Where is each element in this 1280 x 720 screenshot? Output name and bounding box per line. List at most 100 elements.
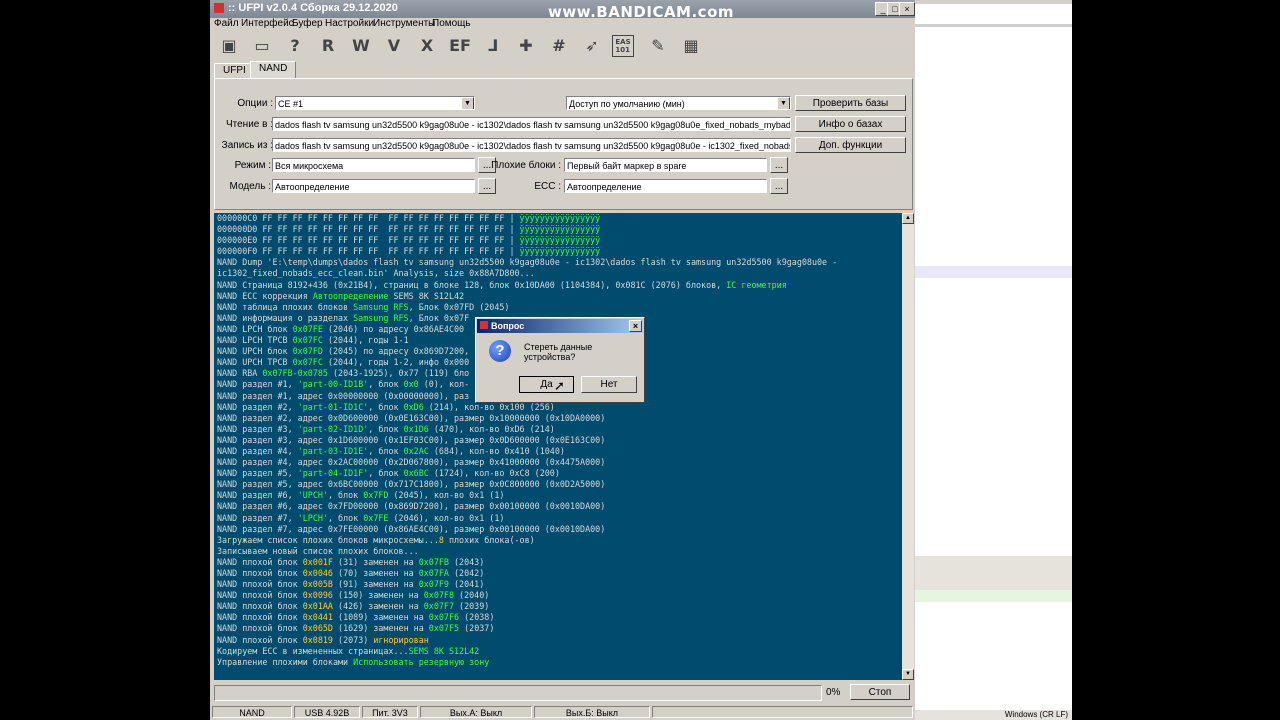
log-segment: 'UPCH' — [297, 490, 328, 501]
log-segment: 000000F0 FF FF FF FF FF FF FF FF FF FF F… — [217, 246, 520, 257]
log-segment: 0x0096 — [302, 590, 333, 601]
db-info-button[interactable]: Инфо о базах — [795, 116, 906, 132]
menu-interface[interactable]: Интерфейс — [241, 18, 294, 29]
log-segment: (0), кол- — [418, 379, 470, 390]
access-select[interactable]: Доступ по умолчанию (мин) ▼ — [566, 96, 791, 110]
log-segment: 0x7FE — [363, 512, 389, 523]
log-scrollbar[interactable]: ▲ ▼ — [902, 213, 914, 680]
log-segment: , блок — [368, 423, 404, 434]
log-segment: NAND плохой блок — [217, 634, 303, 645]
log-segment: 000000D0 FF FF FF FF FF FF FF FF FF FF F… — [217, 224, 520, 235]
log-segment: (2037) — [459, 623, 495, 634]
query-icon[interactable]: ? — [282, 32, 308, 58]
log-line: NAND раздел #5, 'part-04-ID1F', блок 0x6… — [214, 468, 902, 479]
log-segment: (1089) заменен на — [332, 612, 429, 623]
write-path-field[interactable]: dados flash tv samsung un32d5500 k9gag08… — [272, 138, 791, 152]
log-segment: NAND раздел #6, адрес 0x7FD00000 (0x869D… — [217, 501, 606, 512]
log-segment: 000000E0 FF FF FF FF FF FF FF FF FF FF F… — [217, 235, 520, 246]
right-splitter — [915, 556, 1072, 590]
log-segment: IC геометрия — [726, 279, 787, 290]
stop-button[interactable]: Стоп — [850, 684, 910, 700]
ecc-field[interactable]: Автоопределение — [564, 179, 767, 193]
log-segment: SEMS 8K S12L42 — [388, 290, 465, 301]
menu-file[interactable]: Файл — [214, 18, 239, 29]
plus-tool-icon[interactable]: ✚ — [513, 32, 539, 58]
status-empty — [652, 706, 913, 718]
scroll-down-icon[interactable]: ▼ — [902, 669, 914, 680]
model-browse-button[interactable]: ... — [478, 178, 496, 194]
log-line: NAND плохой блок 0x0441 (1089) заменен н… — [214, 612, 902, 623]
menu-tools[interactable]: Инструменты — [373, 18, 435, 29]
log-segment: 0x0819 — [302, 634, 333, 645]
tab-ufpi[interactable]: UFPI — [214, 63, 255, 78]
mode-field[interactable]: Вся микросхема — [272, 158, 475, 172]
log-segment: (2046), кол-во 0x1 (1) — [388, 512, 505, 523]
verify-icon[interactable]: V — [381, 32, 407, 58]
log-segment: , Блок 0x07FD (2045) — [408, 301, 510, 312]
no-button[interactable]: Нет — [581, 376, 637, 393]
read-icon[interactable]: R — [315, 32, 341, 58]
log-segment: NAND RBA — [217, 368, 263, 379]
model-field[interactable]: Автоопределение — [272, 179, 475, 193]
log-segment: 0x0441 — [302, 612, 333, 623]
log-segment: , блок — [368, 379, 404, 390]
right-status: Windows (CR LF) — [915, 710, 1072, 720]
save-icon[interactable]: ▣ — [216, 32, 242, 58]
dialog-close-button[interactable]: × — [629, 320, 642, 332]
log-segment: NAND ECC коррекция — [217, 290, 313, 301]
grid-icon[interactable]: ▦ — [678, 32, 704, 58]
log-segment: (2043-1925), 0x77 (119) бло — [327, 368, 470, 379]
options-select[interactable]: CE #1 ▼ — [275, 96, 475, 110]
log-line: NAND раздел #2, адрес 0x0D600000 (0x0E16… — [214, 413, 902, 424]
ufpi-window: :: UFPI v2.0.4 Сборка 29.12.2020 _ □ × w… — [210, 0, 915, 720]
ecc-browse-button[interactable]: ... — [770, 178, 788, 194]
menu-settings[interactable]: Настройки — [325, 18, 374, 29]
bad-blocks-browse-button[interactable]: ... — [770, 157, 788, 173]
log-segment: 0x001F — [302, 556, 333, 567]
eas-101-icon[interactable]: EAS 101 — [612, 35, 634, 57]
tab-nand[interactable]: NAND — [250, 61, 297, 78]
log-line: NAND плохой блок 0x01AA (426) заменен на… — [214, 601, 902, 612]
read-path-field[interactable]: dados flash tv samsung un32d5500 k9gag08… — [272, 117, 791, 131]
log-segment: NAND информация о разделах — [217, 312, 354, 323]
log-segment: 0x005B — [302, 579, 333, 590]
edit-icon[interactable]: ✎ — [645, 32, 671, 58]
progress-percent: 0% — [826, 687, 841, 698]
menu-buffer[interactable]: Буфер — [292, 18, 323, 29]
log-segment: , блок — [368, 401, 404, 412]
log-segment: (70) заменен на — [332, 568, 419, 578]
log-segment: (2073) — [332, 634, 374, 645]
hash-icon[interactable]: # — [546, 32, 572, 58]
question-dialog: Вопрос × ? Стереть данные устройства? Да… — [475, 317, 645, 403]
pin-icon[interactable]: ➶ — [579, 32, 605, 58]
window-title: :: UFPI v2.0.4 Сборка 29.12.2020 — [228, 2, 398, 14]
yes-button[interactable]: Да — [519, 376, 574, 393]
check-db-button[interactable]: Проверить базы — [795, 95, 906, 111]
bad-blocks-field[interactable]: Первый байт маркер в spare — [564, 158, 767, 172]
write-icon[interactable]: W — [348, 32, 374, 58]
log-segment: , блок — [327, 512, 364, 523]
status-bar: NAND USB 4.92В Пит. 3V3 Вых.А: Выкл Вых.… — [210, 705, 915, 720]
menu-help[interactable]: Помощь — [432, 18, 471, 29]
log-segment: 0x6BC — [403, 468, 429, 479]
bad-blocks-label: Плохие блоки : — [491, 160, 561, 171]
log-output[interactable]: 000000C0 FF FF FF FF FF FF FF FF FF FF F… — [214, 213, 902, 680]
extra-functions-button[interactable]: Доп. функции — [795, 137, 906, 153]
log-segment: 0xD6 — [403, 401, 424, 412]
log-segment: (2042) — [448, 568, 485, 578]
log-segment: NAND UPCH блок — [217, 346, 293, 357]
scroll-up-icon[interactable]: ▲ — [902, 213, 914, 224]
log-segment: NAND плохой блок — [217, 623, 303, 634]
blank-check-icon[interactable]: ⅃ — [480, 32, 506, 58]
erase-icon[interactable]: X — [414, 32, 440, 58]
log-segment: (2043) — [448, 556, 485, 567]
open-folder-icon[interactable]: ▭ — [249, 32, 275, 58]
close-button[interactable]: × — [899, 2, 915, 16]
ef-icon[interactable]: EF — [447, 32, 473, 58]
log-segment: (470), кол-во 0xD6 (214) — [428, 423, 555, 434]
dialog-title-bar[interactable]: Вопрос × — [477, 319, 643, 333]
log-segment: 0x07F7 — [423, 601, 455, 612]
log-segment: 'part-02-ID1D' — [297, 423, 369, 434]
log-segment: ÿÿÿÿÿÿÿÿÿÿÿÿÿÿÿÿ — [519, 235, 601, 246]
log-segment: 0x07F8 — [423, 590, 455, 601]
